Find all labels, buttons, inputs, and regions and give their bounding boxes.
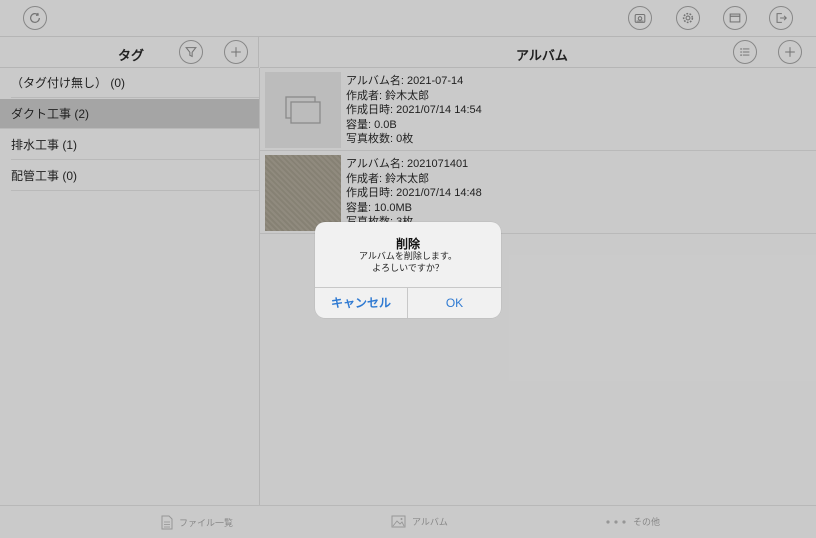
dialog-message-line: アルバムを削除します。 <box>358 251 457 261</box>
dialog-buttons: キャンセル OK <box>315 287 501 318</box>
dialog-message: アルバムを削除します。 よろしいですか？ <box>315 251 501 274</box>
ok-button[interactable]: OK <box>408 288 501 318</box>
dialog-message-line: よろしいですか？ <box>372 262 444 273</box>
dialog-title: 削除 <box>395 237 420 251</box>
cancel-button[interactable]: キャンセル <box>315 288 408 318</box>
delete-confirm-dialog: 削除 アルバムを削除します。 よろしいですか？ キャンセル OK <box>315 222 501 318</box>
